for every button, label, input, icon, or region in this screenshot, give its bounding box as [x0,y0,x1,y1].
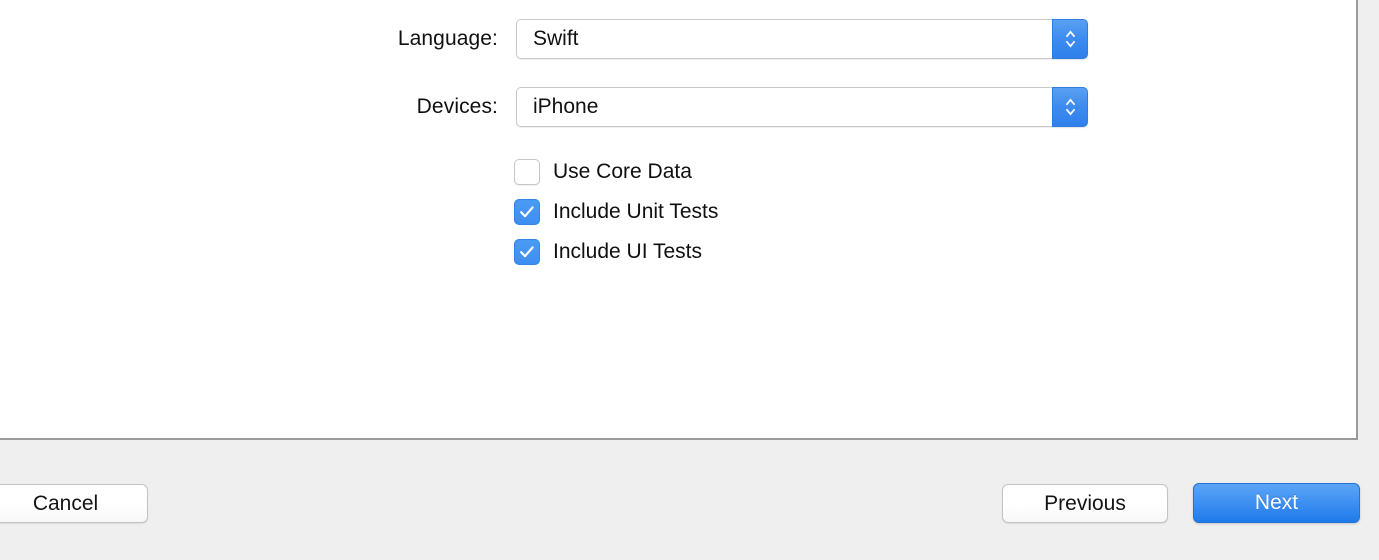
language-popup-face [516,19,1053,59]
checkbox-use-core-data[interactable] [514,159,540,185]
checkbox-include-ui-tests[interactable] [514,239,540,265]
options-checkbox-group: Use Core Data Include Unit Tests Include… [514,152,718,272]
dialog-content-pane: Language: Swift Devices: iPhone Use Core… [0,0,1358,440]
language-popup-button[interactable]: Swift [516,19,1088,59]
previous-button[interactable]: Previous [1002,484,1168,523]
devices-selected-value: iPhone [533,95,599,118]
checkbox-include-unit-tests[interactable] [514,199,540,225]
language-selected-value: Swift [533,27,579,50]
checkbox-row-include-unit-tests[interactable]: Include Unit Tests [514,192,718,232]
chevron-up-down-icon[interactable] [1052,87,1088,127]
checkbox-label-include-ui-tests: Include UI Tests [553,240,703,263]
dialog-bottom-bar [0,442,1379,560]
checkmark-icon [520,246,534,258]
checkmark-icon [520,206,534,218]
previous-button-label: Previous [1044,491,1126,515]
checkbox-row-include-ui-tests[interactable]: Include UI Tests [514,232,718,272]
next-button[interactable]: Next [1193,483,1360,523]
checkbox-row-use-core-data[interactable]: Use Core Data [514,152,718,192]
cancel-button-label: Cancel [32,491,99,515]
language-label: Language: [397,27,498,50]
devices-popup-button[interactable]: iPhone [516,87,1088,127]
checkbox-label-use-core-data: Use Core Data [553,160,692,183]
devices-row: Devices: iPhone [376,87,1088,127]
checkbox-label-include-unit-tests: Include Unit Tests [553,200,719,223]
next-button-label: Next [1254,491,1299,514]
devices-label: Devices: [416,95,498,118]
chevron-up-down-icon[interactable] [1052,19,1088,59]
language-row: Language: Swift [376,19,1088,59]
cancel-button[interactable]: Cancel [0,484,148,523]
project-options-dialog: Language: Swift Devices: iPhone Use Core… [0,0,1379,560]
